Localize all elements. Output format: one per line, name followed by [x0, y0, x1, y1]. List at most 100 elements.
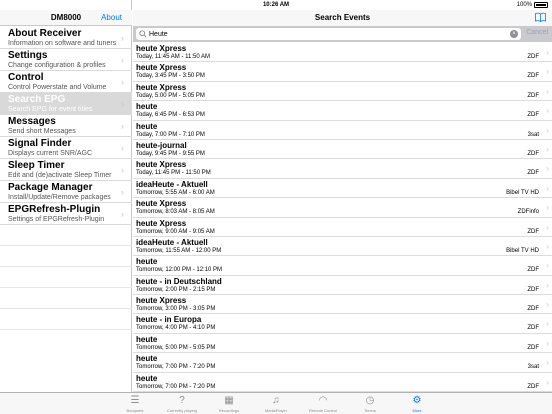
event-row[interactable]: heute Tomorrow, 5:00 PM - 5:05 PM ZDF ›: [133, 334, 552, 354]
tab-mediaplayer[interactable]: ♫ MediaPlayer: [253, 393, 300, 414]
chevron-right-icon: ›: [121, 99, 124, 109]
event-channel: 3sat: [527, 364, 539, 371]
event-title: heute - in Europa: [136, 315, 202, 325]
chevron-right-icon: ›: [546, 106, 549, 116]
event-time: Tomorrow, 7:00 PM - 7:20 PM: [136, 364, 216, 371]
event-time: Today, 11:45 PM - 11:50 PM: [136, 170, 211, 177]
menu-item-title: Search EPG: [8, 94, 66, 105]
menu-item[interactable]: Messages Send short Messages ›: [0, 115, 132, 137]
event-title: heute: [136, 102, 158, 112]
menu-item[interactable]: About Receiver Information on software an…: [0, 27, 132, 49]
menu-item[interactable]: Search EPG Search EPG for event titles ›: [0, 93, 132, 115]
menu-item-subtitle: Settings of EPGRefresh-Plugin: [8, 216, 105, 223]
event-row[interactable]: heute Xpress Tomorrow, 9:00 AM - 9:05 AM Z…: [133, 218, 552, 237]
chevron-right-icon: ›: [121, 209, 124, 219]
chevron-right-icon: ›: [121, 33, 124, 43]
search-input[interactable]: [149, 29, 504, 39]
menu-item[interactable]: Signal Finder Displays current SNR/AGC ›: [0, 137, 132, 159]
event-channel: ZDF: [527, 54, 539, 60]
menu-item[interactable]: Package Manager Install/Update/Remove pac…: [0, 181, 132, 203]
event-channel: ZDF: [527, 267, 539, 274]
event-row[interactable]: ideaHeute - Aktuell Tomorrow, 11:55 AM - …: [133, 237, 552, 257]
menu-item-title: Messages: [8, 116, 56, 127]
tab-bouquets[interactable]: ☰ Bouquets: [112, 393, 159, 414]
tab-timers[interactable]: ◷ Timers: [347, 393, 394, 414]
event-row[interactable]: heute Xpress Tomorrow, 3:00 PM - 3:05 PM Z…: [133, 295, 552, 315]
event-time: Today, 6:45 PM - 6:53 PM: [136, 112, 205, 119]
tab-currently-playing[interactable]: ? Currently playing: [159, 393, 206, 414]
menu-item-subtitle: Install/Update/Remove packages: [8, 194, 111, 201]
event-row[interactable]: heute Today, 6:45 PM - 6:53 PM ZDF ›: [133, 101, 552, 121]
menu-item-title: EPGRefresh-Plugin: [8, 204, 101, 215]
menu-item[interactable]: Control Control Powerstate and Volume ›: [0, 71, 132, 93]
menu-item-title: Settings: [8, 50, 48, 61]
wifi-icon: ◠: [318, 395, 328, 406]
event-row[interactable]: heute Xpress Today, 3:45 PM - 3:50 PM ZDF ›: [133, 62, 552, 82]
event-title: heute Xpress: [136, 218, 187, 228]
chevron-right-icon: ›: [546, 48, 549, 57]
chevron-right-icon: ›: [546, 300, 549, 310]
tab-label: Currently playing: [166, 408, 197, 413]
chevron-right-icon: ›: [546, 319, 549, 329]
event-row[interactable]: heute Tomorrow, 7:00 PM - 7:20 PM ZDF ›: [133, 373, 552, 393]
event-time: Tomorrow, 12:00 PM - 12:10 PM: [136, 267, 223, 274]
chevron-right-icon: ›: [121, 55, 124, 65]
event-list: heute Xpress Today, 11:45 AM - 11:50 AM ZD…: [133, 43, 552, 393]
event-title: heute - in Deutschland: [136, 276, 222, 286]
event-channel: ZDF: [527, 286, 539, 293]
event-row[interactable]: heute Xpress Tomorrow, 8:03 AM - 8:05 AM Z…: [133, 198, 552, 218]
event-channel: ZDF: [527, 112, 539, 119]
event-channel: ZDF: [527, 92, 539, 99]
menu-item[interactable]: Sleep Timer Edit and (de)activate Sleep T…: [0, 159, 132, 181]
chevron-right-icon: ›: [546, 261, 549, 271]
event-title: heute Xpress: [136, 63, 187, 73]
search-field[interactable]: ×: [136, 28, 521, 40]
event-row[interactable]: heute - in Deutschland Tomorrow, 2:00 PM …: [133, 276, 552, 296]
menu-item-title: Signal Finder: [8, 138, 72, 149]
empty-row: [0, 225, 132, 246]
chevron-right-icon: ›: [121, 187, 124, 197]
clear-search-icon[interactable]: ×: [510, 30, 518, 38]
tab-more[interactable]: ⚙ More: [394, 393, 441, 414]
chevron-right-icon: ›: [121, 165, 124, 175]
search-bar: × Cancel: [133, 26, 552, 42]
menu-item[interactable]: Settings Change configuration & profiles ›: [0, 49, 132, 71]
menu-item-subtitle: Control Powerstate and Volume: [8, 84, 107, 91]
menu-item[interactable]: EPGRefresh-Plugin Settings of EPGRefresh-…: [0, 203, 132, 225]
chevron-right-icon: ›: [546, 358, 549, 368]
menu-item-title: Package Manager: [8, 182, 93, 193]
chevron-right-icon: ›: [546, 338, 549, 348]
search-icon: [139, 30, 147, 38]
tab-label: More: [412, 408, 422, 413]
book-icon[interactable]: [535, 12, 546, 22]
event-time: Tomorrow, 5:55 AM - 6:00 AM: [136, 189, 215, 196]
event-row[interactable]: heute Xpress Today, 5:00 PM - 5:05 PM ZDF ›: [133, 82, 552, 102]
tab-label: Recordings: [218, 408, 240, 413]
event-row[interactable]: heute Xpress Today, 11:45 AM - 11:50 AM ZD…: [133, 43, 552, 63]
empty-row: [0, 246, 132, 267]
chevron-right-icon: ›: [546, 164, 549, 174]
event-time: Tomorrow, 4:00 PM - 4:10 PM: [136, 325, 216, 332]
menu-item-title: About Receiver: [8, 28, 82, 39]
event-row[interactable]: heute Tomorrow, 7:00 PM - 7:20 PM 3sat ›: [133, 353, 552, 373]
event-row[interactable]: heute Xpress Today, 11:45 PM - 11:50 PM ZD…: [133, 159, 552, 179]
event-row[interactable]: heute - in Europa Tomorrow, 4:00 PM - 4:1…: [133, 314, 552, 334]
event-time: Tomorrow, 3:00 PM - 3:05 PM: [136, 306, 216, 313]
chevron-right-icon: ›: [546, 86, 549, 96]
detail-pane: Search Events × Cancel heute XpressToday…: [133, 0, 552, 393]
menu-item-subtitle: Edit and (de)activate Sleep Timer: [8, 172, 112, 179]
chevron-right-icon: ›: [121, 121, 124, 131]
event-row[interactable]: heute Tomorrow, 12:00 PM - 12:10 PM ZDF ›: [133, 256, 552, 276]
event-time: Tomorrow, 8:03 AM - 8:05 AM: [136, 209, 215, 216]
tab-remote-control[interactable]: ◠ Remote Control: [300, 393, 347, 414]
about-button[interactable]: About: [101, 13, 122, 22]
event-time: Today, 11:45 AM - 11:50 AM: [136, 54, 211, 60]
empty-row: [0, 267, 132, 288]
event-title: heute: [136, 334, 158, 344]
tab-recordings[interactable]: ▦ Recordings: [206, 393, 253, 414]
event-row[interactable]: heute-journal Today, 9:45 PM - 9:55 PM ZDF…: [133, 140, 552, 160]
event-row[interactable]: heute Today, 7:00 PM - 7:10 PM 3sat ›: [133, 121, 552, 140]
tab-label: Bouquets: [126, 408, 144, 413]
cancel-button[interactable]: Cancel: [526, 29, 548, 36]
event-row[interactable]: ideaHeute - Aktuell Tomorrow, 5:55 AM - 6…: [133, 179, 552, 199]
